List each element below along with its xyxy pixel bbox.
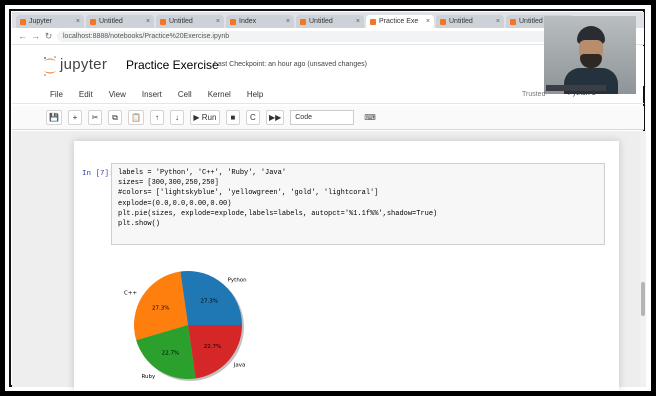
- pie-percent-label: 22.7%: [204, 344, 221, 350]
- menu-bar: File Edit View Insert Cell Kernel Help: [12, 86, 644, 104]
- tab-favicon-icon: [160, 18, 166, 25]
- tab-favicon-icon: [90, 18, 96, 25]
- webcam-overlay: [544, 16, 636, 94]
- copy-button[interactable]: ⧉: [107, 110, 122, 125]
- save-button[interactable]: 💾: [46, 110, 62, 125]
- keyboard-icon[interactable]: ⌨: [364, 113, 376, 122]
- tab-favicon-icon: [300, 18, 306, 25]
- tab-label: Index: [239, 18, 257, 25]
- cell-type-select[interactable]: Code: [290, 110, 355, 125]
- move-up-button[interactable]: ↑: [149, 110, 164, 125]
- tab-favicon-icon: [230, 18, 236, 25]
- browser-tab[interactable]: Untitled ×: [296, 15, 364, 28]
- menu-item-kernel[interactable]: Kernel: [208, 90, 231, 99]
- menu-item-view[interactable]: View: [109, 90, 126, 99]
- code-line: sizes= [300,300,250,250]: [118, 179, 219, 188]
- browser-tab[interactable]: Untitled ×: [436, 15, 504, 28]
- tab-close-icon[interactable]: ×: [426, 18, 430, 25]
- cut-button[interactable]: ✂: [87, 110, 102, 125]
- reload-icon[interactable]: ↻: [44, 31, 53, 42]
- pie-category-label: Python: [228, 277, 248, 283]
- menu-item-help[interactable]: Help: [247, 90, 263, 99]
- forward-icon[interactable]: →: [31, 31, 40, 41]
- menu-item-file[interactable]: File: [50, 90, 63, 99]
- url-field[interactable]: localhost:8888/notebooks/Practice%20Exer…: [57, 30, 615, 42]
- move-down-button[interactable]: ↓: [169, 110, 184, 125]
- pie-percent-label: 27.3%: [200, 299, 217, 305]
- tab-favicon-icon: [370, 18, 376, 25]
- code-line: #colors= ['lightskyblue', 'yellowgreen',…: [118, 189, 379, 198]
- tab-label: Practice Exe: [379, 18, 419, 25]
- restart-button[interactable]: C: [245, 110, 260, 125]
- tab-close-icon[interactable]: ×: [216, 18, 220, 25]
- restart-run-all-button[interactable]: ▶▶: [265, 110, 285, 125]
- tab-close-icon[interactable]: ×: [496, 18, 500, 25]
- tab-label: Untitled: [169, 18, 193, 25]
- tab-close-icon[interactable]: ×: [146, 18, 150, 25]
- kernel-indicator[interactable]: Python 3: [568, 90, 596, 97]
- insert-cell-button[interactable]: +: [67, 110, 82, 125]
- browser-tab[interactable]: Jupyter ×: [16, 15, 84, 28]
- run-button[interactable]: ▶ Run: [189, 110, 220, 125]
- browser-tab[interactable]: Untitled ×: [156, 15, 224, 28]
- code-cell-editor[interactable]: labels = 'Python', 'C++', 'Ruby', 'Java'…: [111, 163, 605, 245]
- trusted-indicator[interactable]: Trusted: [522, 91, 545, 98]
- pie-chart: 27.3% Python 27.3% C++ 22.7% Ruby 22.7% Java: [124, 271, 248, 381]
- tab-label: Untitled: [449, 18, 473, 25]
- cell-prompt: In [7]:: [82, 170, 114, 178]
- browser-tab[interactable]: Practice Exe ×: [366, 15, 434, 28]
- scrollbar-thumb[interactable]: [641, 282, 645, 316]
- tab-close-icon[interactable]: ×: [356, 18, 360, 25]
- menu-item-cell[interactable]: Cell: [178, 90, 192, 99]
- interrupt-button[interactable]: ■: [225, 110, 240, 125]
- menu-item-edit[interactable]: Edit: [79, 90, 93, 99]
- tab-label: Untitled: [309, 18, 333, 25]
- tab-favicon-icon: [20, 18, 26, 25]
- tab-favicon-icon: [510, 18, 516, 25]
- pie-percent-label: 22.7%: [162, 350, 179, 356]
- jupyter-wordmark: jupyter: [60, 56, 108, 73]
- pie-percent-label: 27.3%: [152, 305, 169, 311]
- pie-category-label: Ruby: [141, 374, 156, 380]
- tab-close-icon[interactable]: ×: [76, 18, 80, 25]
- jupyter-logo-icon[interactable]: [42, 55, 58, 77]
- checkpoint-status: Last Checkpoint: an hour ago (unsaved ch…: [214, 61, 367, 68]
- pie-slice-java: [188, 325, 242, 379]
- pie-category-label: Java: [233, 363, 246, 369]
- code-line: labels = 'Python', 'C++', 'Ruby', 'Java': [118, 169, 287, 177]
- tab-label: Jupyter: [29, 18, 52, 25]
- browser-tab[interactable]: Index ×: [226, 15, 294, 28]
- code-line: plt.show(): [118, 220, 161, 229]
- notebook-toolbar: 💾 + ✂ ⧉ 📋 ↑ ↓ ▶ Run ■ C ▶▶ Code ⌨: [12, 106, 644, 130]
- browser-tab[interactable]: Untitled ×: [86, 15, 154, 28]
- code-line: plt.pie(sizes, explode=explode,labels=la…: [118, 209, 438, 218]
- tab-favicon-icon: [440, 18, 446, 25]
- tab-close-icon[interactable]: ×: [286, 18, 290, 25]
- menu-item-insert[interactable]: Insert: [142, 90, 162, 99]
- scrollbar-track[interactable]: [640, 131, 646, 387]
- notebook-title[interactable]: Practice Exercise: [126, 58, 219, 72]
- pie-category-label: C++: [124, 290, 137, 296]
- tab-label: Untitled: [99, 18, 123, 25]
- back-icon[interactable]: ←: [18, 31, 27, 41]
- paste-button[interactable]: 📋: [127, 110, 144, 125]
- tab-label: Untitled: [519, 18, 543, 25]
- code-line: explode=(0.0,0.0,0.00,0.00): [118, 199, 232, 208]
